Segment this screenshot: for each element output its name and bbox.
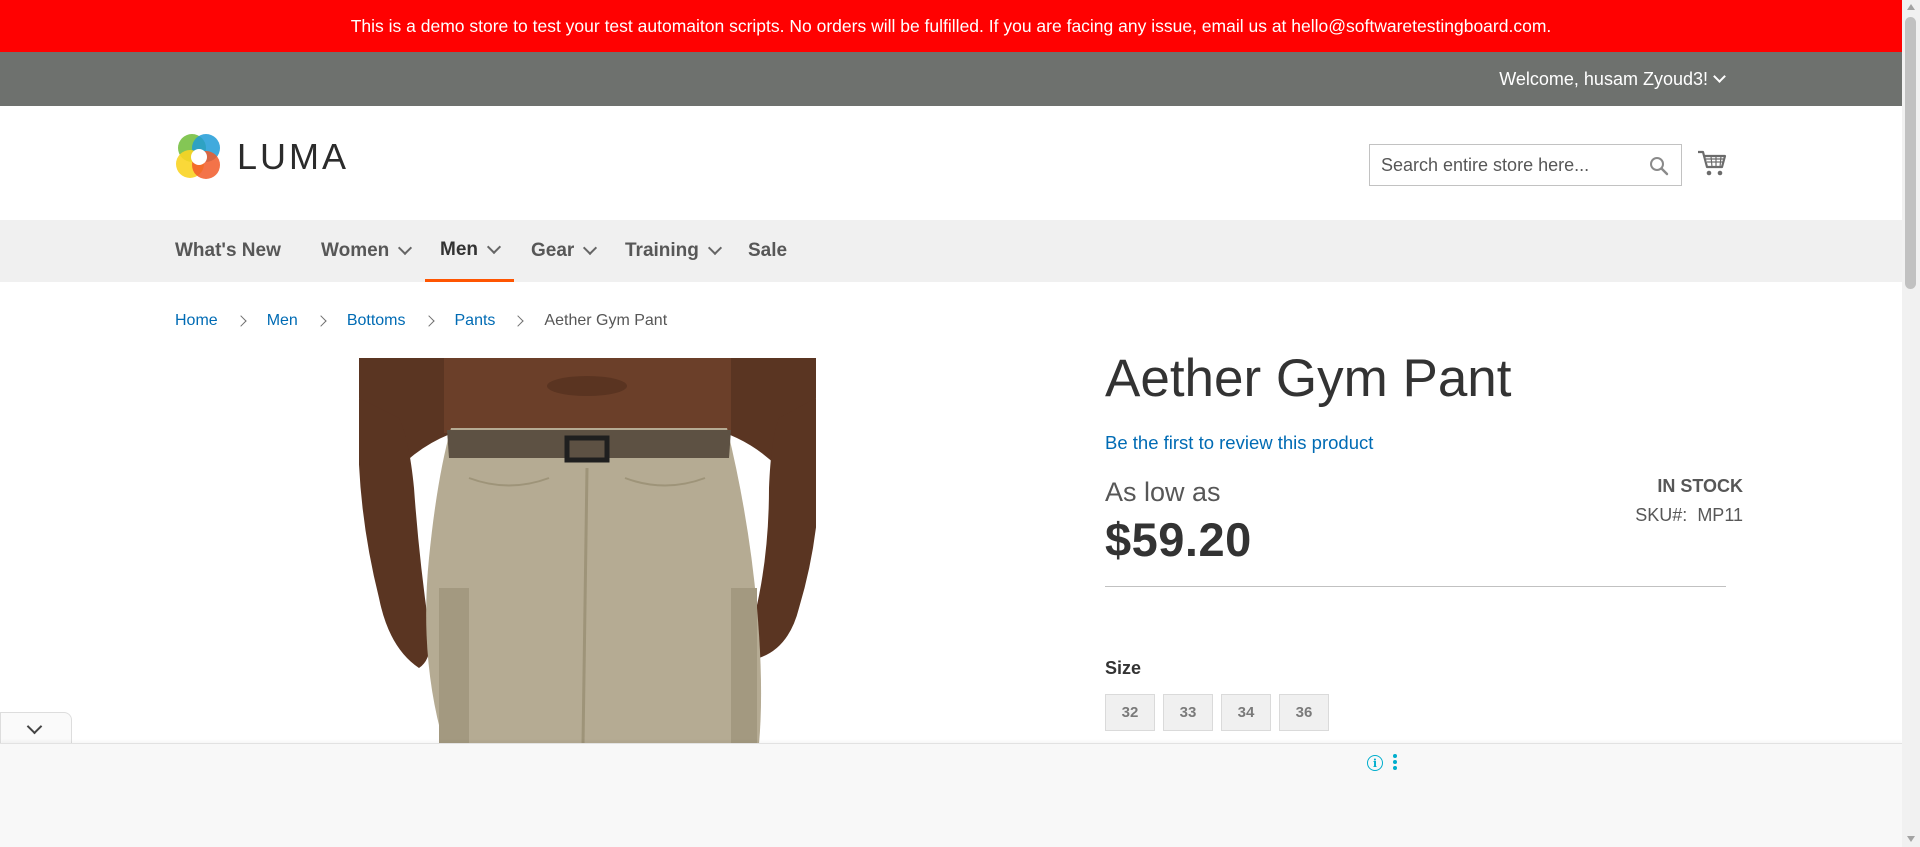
ad-collapse-tab[interactable] [0, 712, 72, 744]
sku-value: MP11 [1697, 505, 1743, 525]
size-swatches: 32 33 34 36 [1105, 694, 1337, 731]
breadcrumb: Home Men Bottoms Pants Aether Gym Pant [175, 312, 667, 330]
customer-menu-toggle[interactable]: Welcome, husam Zyoud3! [1499, 52, 1726, 106]
product-price: $59.20 [1105, 513, 1252, 566]
nav-item-whats-new[interactable]: What's New [175, 220, 281, 282]
ad-banner: i [0, 743, 1902, 847]
info-icon[interactable]: i [1367, 755, 1383, 771]
nav-item-label: Gear [531, 240, 575, 261]
account-bar: Welcome, husam Zyoud3! [0, 52, 1902, 106]
nav-item-training[interactable]: Training [625, 220, 722, 282]
chevron-down-icon [398, 240, 413, 256]
nav-item-women[interactable]: Women [321, 220, 413, 282]
product-title: Aether Gym Pant [1105, 349, 1512, 408]
scroll-up-arrow-icon[interactable] [1907, 4, 1915, 10]
nav-item-sale[interactable]: Sale [748, 220, 787, 282]
welcome-message: Welcome, husam Zyoud3! [1499, 68, 1708, 89]
demo-notice-banner: This is a demo store to test your test a… [0, 0, 1902, 52]
chevron-down-icon [486, 239, 502, 254]
nav-item-men[interactable]: Men [425, 220, 514, 282]
breadcrumb-current: Aether Gym Pant [544, 312, 668, 329]
breadcrumb-link-home[interactable]: Home [175, 312, 218, 330]
price-divider [1105, 586, 1726, 587]
size-swatch-33[interactable]: 33 [1163, 694, 1213, 731]
chevron-down-icon [26, 718, 43, 735]
size-swatch-32[interactable]: 32 [1105, 694, 1155, 731]
price-prefix: As low as [1105, 477, 1221, 507]
size-swatch-34[interactable]: 34 [1221, 694, 1271, 731]
stock-status: IN STOCK [1657, 476, 1743, 496]
search-icon[interactable] [1649, 156, 1669, 176]
nav-item-gear[interactable]: Gear [531, 220, 598, 282]
luma-logo[interactable]: LUMA [175, 133, 349, 181]
chevron-down-icon [1713, 70, 1726, 83]
nav-item-label: Training [625, 240, 699, 261]
breadcrumb-link-men[interactable]: Men [267, 312, 298, 330]
size-label: Size [1105, 658, 1142, 678]
product-sku: SKU#: MP11 [1635, 505, 1743, 526]
demo-notice-text: This is a demo store to test your test a… [350, 15, 1552, 36]
size-swatch-36[interactable]: 36 [1279, 694, 1329, 731]
breadcrumb-link-bottoms[interactable]: Bottoms [347, 312, 406, 330]
breadcrumb-link-pants[interactable]: Pants [455, 312, 496, 330]
nav-item-label: Sale [748, 240, 788, 261]
luma-logo-icon [176, 134, 220, 179]
chevron-down-icon [707, 240, 722, 256]
chevron-right-icon [315, 315, 327, 327]
add-review-link[interactable]: Be the first to review this product [1105, 432, 1373, 454]
kebab-menu-icon[interactable] [1392, 754, 1398, 772]
sku-label: SKU#: [1635, 505, 1688, 525]
main-navigation: What's New Women Men Gear Training Sale [0, 220, 1902, 282]
nav-item-label: Men [440, 238, 478, 260]
chevron-right-icon [512, 315, 525, 327]
product-photo [359, 358, 816, 744]
chevron-down-icon [583, 240, 598, 256]
chevron-right-icon [235, 315, 247, 327]
search-input[interactable] [1370, 145, 1640, 185]
nav-item-label: What's New [175, 240, 281, 261]
scroll-down-arrow-icon[interactable] [1907, 836, 1915, 842]
product-main-image[interactable] [359, 358, 816, 744]
search-box[interactable] [1369, 144, 1682, 186]
page-scrollbar[interactable] [1902, 0, 1920, 847]
site-header: LUMA [0, 106, 1902, 220]
nav-item-label: Women [321, 240, 390, 261]
logo-wordmark: LUMA [237, 136, 350, 177]
scrollbar-thumb[interactable] [1905, 17, 1916, 289]
chevron-right-icon [422, 315, 435, 327]
cart-icon[interactable] [1697, 148, 1727, 178]
